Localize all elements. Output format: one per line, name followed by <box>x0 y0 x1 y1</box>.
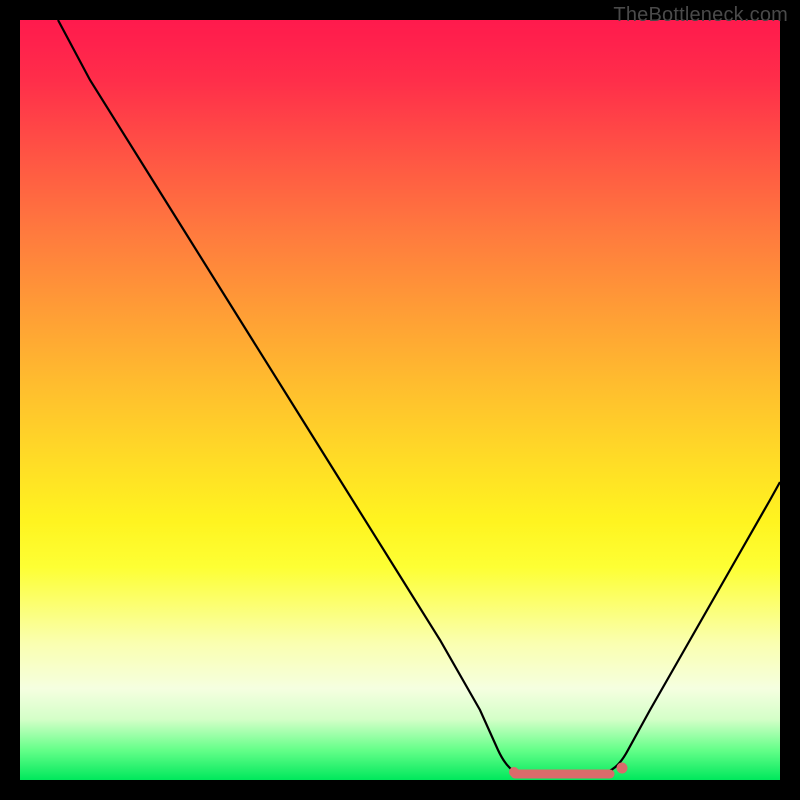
watermark-text: TheBottleneck.com <box>613 4 788 27</box>
plot-area <box>20 20 780 780</box>
bottleneck-curve <box>58 20 780 774</box>
chart-svg <box>20 20 780 780</box>
flat-segment-start-dot <box>509 767 519 777</box>
flat-segment-end-dot <box>617 763 628 774</box>
